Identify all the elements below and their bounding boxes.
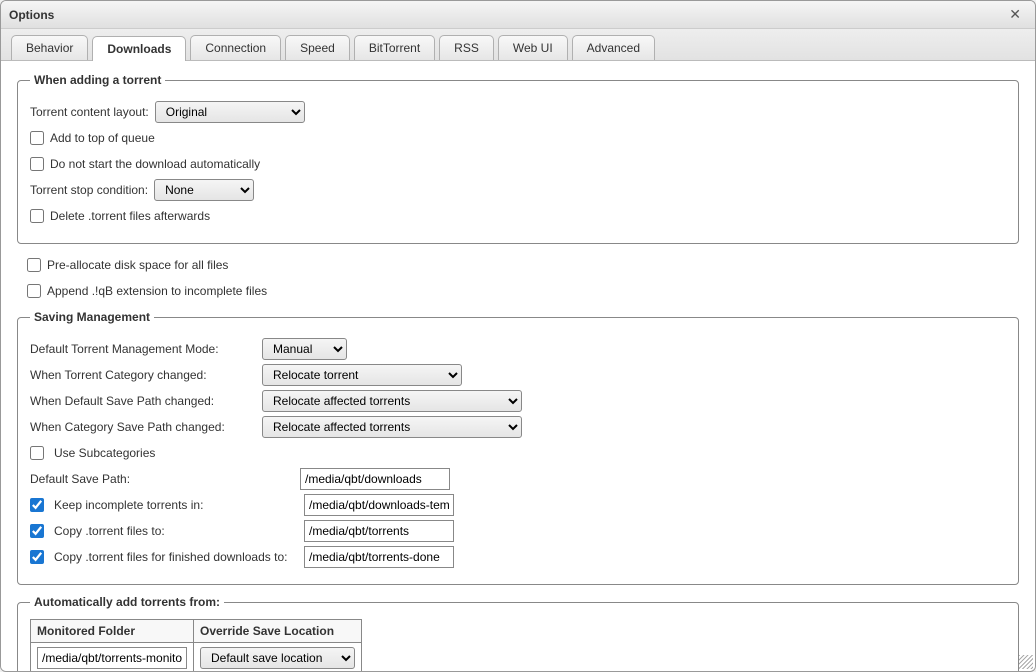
copy-finished-path-input[interactable] xyxy=(304,546,454,568)
tab-bar: Behavior Downloads Connection Speed BitT… xyxy=(1,29,1035,61)
preallocate-label: Pre-allocate disk space for all files xyxy=(47,258,228,272)
col-monitored-folder: Monitored Folder xyxy=(31,620,194,643)
tab-behavior[interactable]: Behavior xyxy=(11,35,88,60)
tab-advanced[interactable]: Advanced xyxy=(572,35,655,60)
incomplete-checkbox[interactable] xyxy=(30,498,44,512)
tab-connection[interactable]: Connection xyxy=(190,35,281,60)
default-save-path-label: Default Save Path: xyxy=(30,472,290,486)
append-qb-checkbox[interactable] xyxy=(27,284,41,298)
tab-rss[interactable]: RSS xyxy=(439,35,494,60)
window-title: Options xyxy=(9,8,1003,22)
copy-finished-checkbox[interactable] xyxy=(30,550,44,564)
dont-start-checkbox[interactable] xyxy=(30,157,44,171)
copy-torrent-path-input[interactable] xyxy=(304,520,454,542)
add-top-checkbox[interactable] xyxy=(30,131,44,145)
use-subcat-label: Use Subcategories xyxy=(54,446,155,460)
copy-torrent-checkbox[interactable] xyxy=(30,524,44,538)
adding-torrent-group: When adding a torrent Torrent content la… xyxy=(17,73,1019,244)
incomplete-label: Keep incomplete torrents in: xyxy=(54,498,294,512)
dont-start-label: Do not start the download automatically xyxy=(50,157,260,171)
content-layout-label: Torrent content layout: xyxy=(30,105,149,119)
monitor-folder-input-1[interactable] xyxy=(37,647,187,669)
table-row: Default save location xyxy=(31,643,362,672)
monitor-override-select-1[interactable]: Default save location xyxy=(200,647,355,669)
options-dialog: Options ✕ Behavior Downloads Connection … xyxy=(0,0,1036,672)
tab-speed[interactable]: Speed xyxy=(285,35,350,60)
cat-path-changed-select[interactable]: Relocate affected torrents xyxy=(262,416,522,438)
mgmt-mode-label: Default Torrent Management Mode: xyxy=(30,342,252,356)
saving-management-group: Saving Management Default Torrent Manage… xyxy=(17,310,1019,585)
add-top-label: Add to top of queue xyxy=(50,131,155,145)
default-save-path-input[interactable] xyxy=(300,468,450,490)
cat-changed-label: When Torrent Category changed: xyxy=(30,368,252,382)
def-path-changed-select[interactable]: Relocate affected torrents xyxy=(262,390,522,412)
copy-finished-label: Copy .torrent files for finished downloa… xyxy=(54,550,294,564)
auto-add-group: Automatically add torrents from: Monitor… xyxy=(17,595,1019,671)
mgmt-mode-select[interactable]: Manual xyxy=(262,338,347,360)
stop-cond-select[interactable]: None xyxy=(154,179,254,201)
auto-add-legend: Automatically add torrents from: xyxy=(30,595,224,609)
tab-webui[interactable]: Web UI xyxy=(498,35,568,60)
delete-torrent-label: Delete .torrent files afterwards xyxy=(50,209,210,223)
tab-bittorrent[interactable]: BitTorrent xyxy=(354,35,435,60)
incomplete-path-input[interactable] xyxy=(304,494,454,516)
cat-changed-select[interactable]: Relocate torrent xyxy=(262,364,462,386)
content-layout-select[interactable]: Original xyxy=(155,101,305,123)
titlebar: Options ✕ xyxy=(1,1,1035,29)
append-qb-label: Append .!qB extension to incomplete file… xyxy=(47,284,267,298)
use-subcat-checkbox[interactable] xyxy=(30,446,44,460)
adding-legend: When adding a torrent xyxy=(30,73,165,87)
preallocate-checkbox[interactable] xyxy=(27,258,41,272)
tab-downloads[interactable]: Downloads xyxy=(92,36,186,61)
content-area: When adding a torrent Torrent content la… xyxy=(1,61,1035,671)
resize-grip-icon[interactable] xyxy=(1019,655,1033,669)
monitor-table: Monitored Folder Override Save Location … xyxy=(30,619,362,671)
close-icon[interactable]: ✕ xyxy=(1003,4,1027,25)
copy-torrent-label: Copy .torrent files to: xyxy=(54,524,294,538)
col-override-location: Override Save Location xyxy=(194,620,362,643)
cat-path-changed-label: When Category Save Path changed: xyxy=(30,420,252,434)
table-header-row: Monitored Folder Override Save Location xyxy=(31,620,362,643)
saving-legend: Saving Management xyxy=(30,310,154,324)
def-path-changed-label: When Default Save Path changed: xyxy=(30,394,252,408)
delete-torrent-checkbox[interactable] xyxy=(30,209,44,223)
stop-cond-label: Torrent stop condition: xyxy=(30,183,148,197)
